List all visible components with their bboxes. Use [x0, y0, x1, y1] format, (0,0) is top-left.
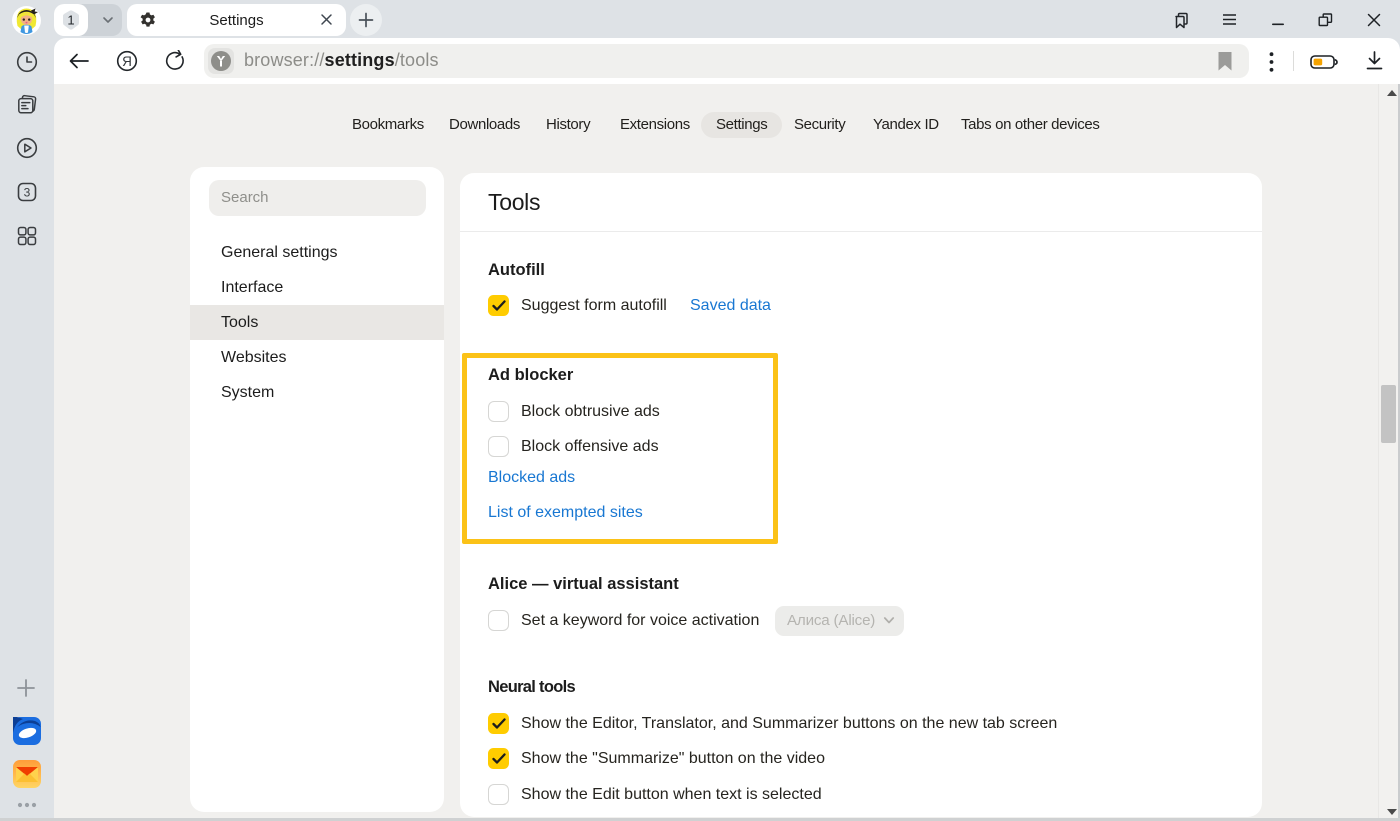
svg-text:Я: Я	[122, 54, 132, 69]
svg-text:3: 3	[24, 186, 31, 200]
svg-text:1: 1	[67, 13, 74, 28]
